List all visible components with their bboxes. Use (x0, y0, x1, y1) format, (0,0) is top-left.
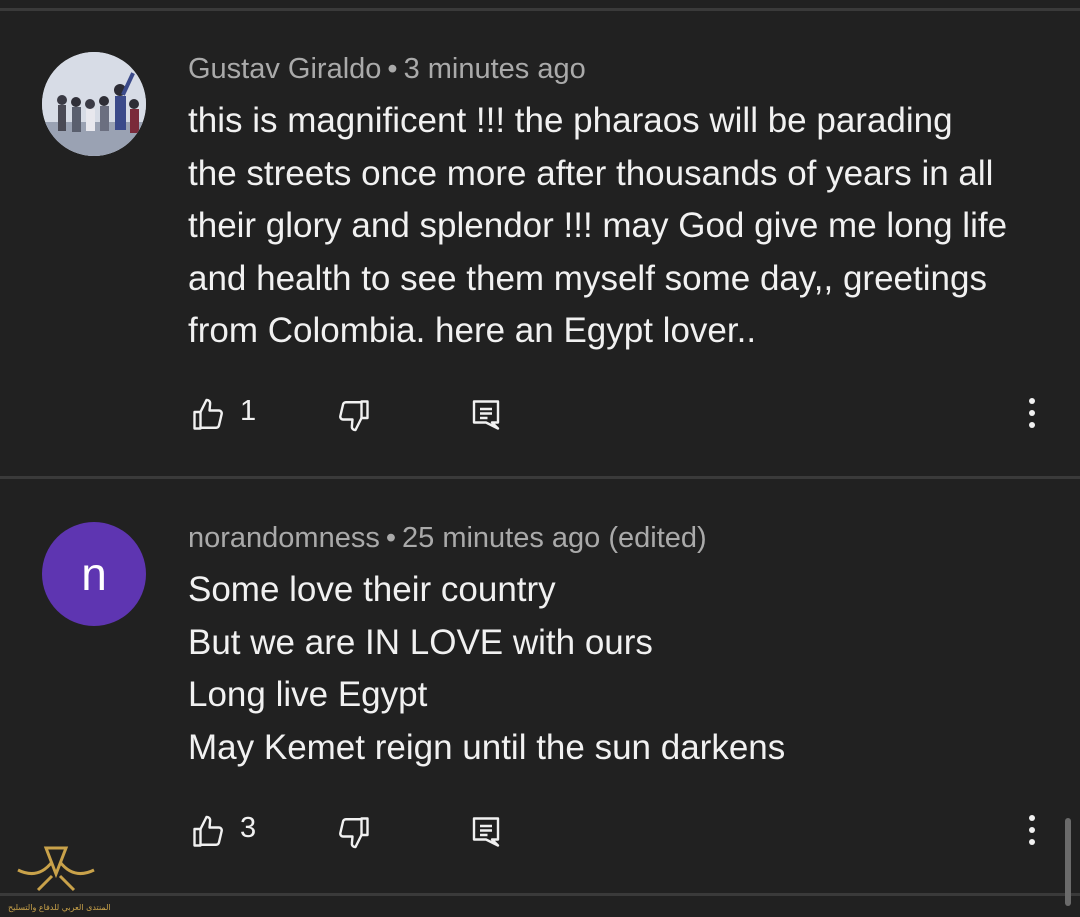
thumbs-down-icon[interactable] (336, 397, 372, 438)
comment-text-line: from Colombia. here an Egypt lover.. (188, 311, 757, 350)
thumbs-up-icon[interactable] (190, 814, 226, 855)
comment-meta: Gustav Giraldo • 3 minutes ago (188, 53, 586, 86)
meta-separator: • (387, 53, 398, 85)
more-vertical-icon[interactable] (1020, 395, 1044, 440)
letter-avatar[interactable]: n (42, 522, 146, 626)
comment-text-line: May Kemet reign until the sun darkens (188, 727, 786, 767)
thumbs-up-icon[interactable] (190, 397, 226, 438)
more-vertical-icon[interactable] (1020, 812, 1044, 857)
comment-text-line: Some love their country (188, 570, 556, 609)
like-count: 1 (240, 395, 257, 427)
comments-screen: Gustav Giraldo • 3 minutes ago this is mag… (0, 0, 1080, 917)
top-divider (0, 8, 1080, 11)
reply-icon[interactable] (468, 397, 504, 438)
comment-author[interactable]: norandomness (188, 522, 380, 554)
avatar-letter: n (81, 548, 107, 600)
user-photo-avatar[interactable] (42, 52, 146, 156)
comment-actions: 1 (0, 395, 1080, 440)
scrollbar[interactable] (1065, 818, 1071, 906)
avatar-photo-image (42, 52, 146, 156)
bottom-divider (0, 893, 1080, 896)
watermark-caption: المنتدى العربي للدفاع والتسليح (8, 903, 111, 912)
comment-text-line: their glory and splendor !!! may God giv… (188, 206, 1008, 245)
comment-meta: norandomness • 25 minutes ago (edited) (188, 522, 707, 555)
comment-text-line: the streets once more after thousands of… (188, 153, 994, 193)
comment-actions: 3 (0, 812, 1080, 857)
comment-text-line: this is magnificent !!! the pharaos will… (188, 101, 953, 140)
reply-icon[interactable] (468, 814, 504, 855)
thumbs-down-icon[interactable] (336, 814, 372, 855)
comment-author[interactable]: Gustav Giraldo (188, 53, 381, 85)
comment-text-line: and health to see them myself some day,,… (188, 258, 987, 298)
comment-time[interactable]: 25 minutes ago (402, 522, 600, 554)
like-count: 3 (240, 812, 257, 844)
comment-text-line: Long live Egypt (188, 675, 428, 714)
edited-label: (edited) (608, 522, 707, 554)
comment-text: this is magnificent !!! the pharaos will… (188, 95, 1058, 358)
comment-text-line: But we are IN LOVE with ours (188, 622, 653, 662)
meta-separator: • (385, 522, 396, 554)
comment-time[interactable]: 3 minutes ago (404, 53, 586, 85)
comment-text: Some love their country But we are IN LO… (188, 564, 1058, 774)
comment-divider (0, 476, 1080, 479)
